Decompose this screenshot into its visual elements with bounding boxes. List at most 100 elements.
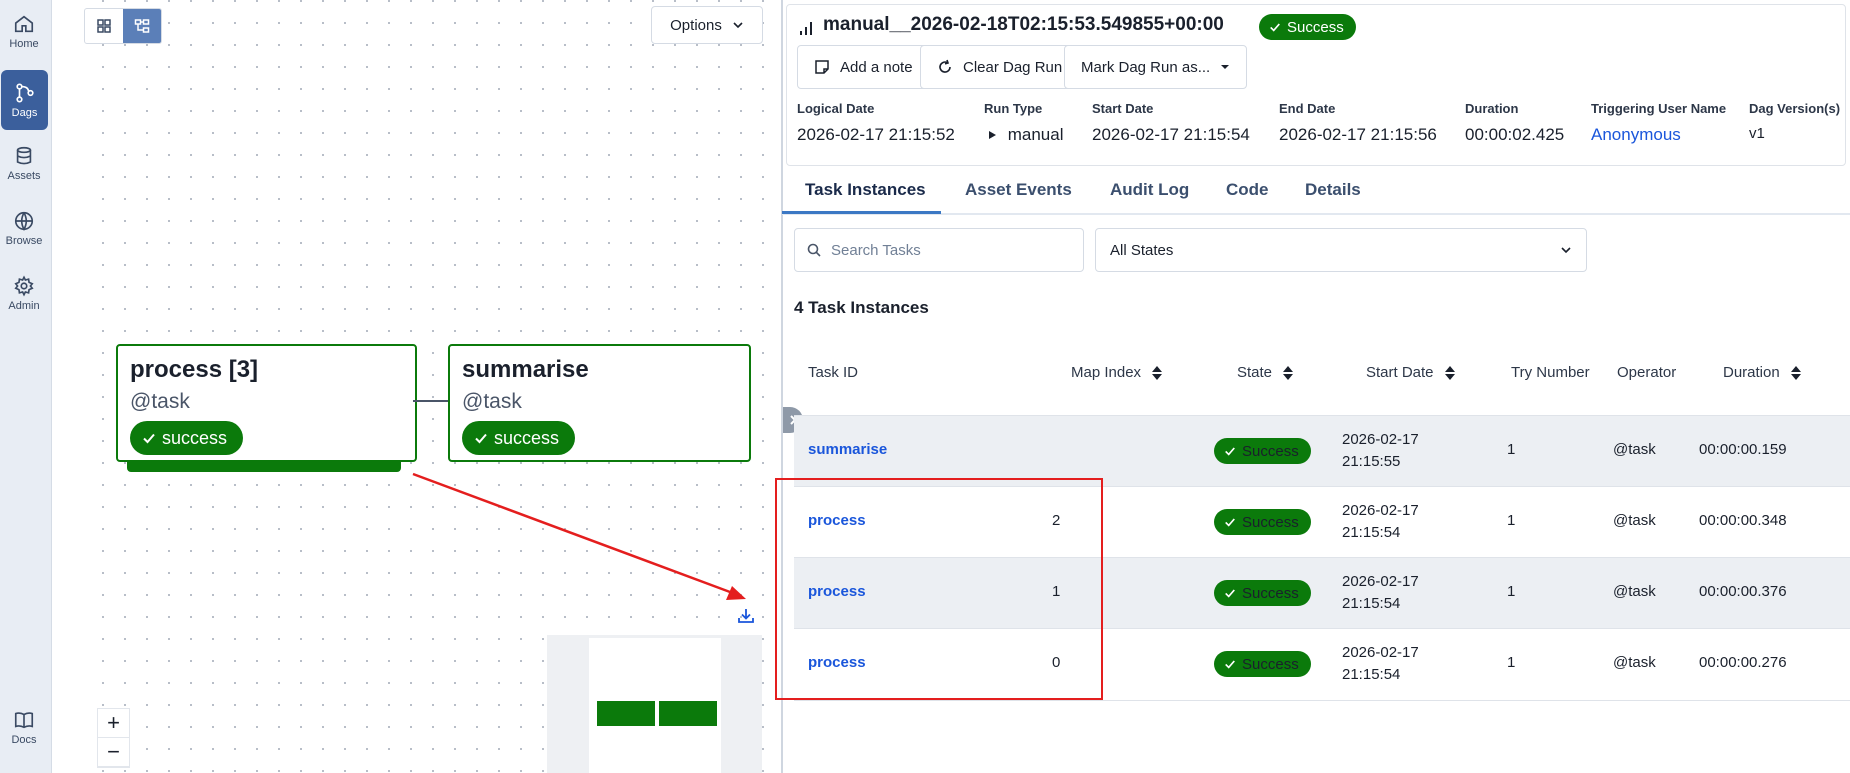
mark-dag-run-label: Mark Dag Run as... <box>1081 58 1211 76</box>
node-title: process [3] <box>130 356 259 383</box>
refresh-icon <box>939 59 951 73</box>
search-icon <box>807 243 821 257</box>
start-time-line: 21:15:55 <box>1342 453 1401 470</box>
add-note-label: Add a note <box>840 58 913 76</box>
view-toggle <box>84 8 162 44</box>
start-time-line: 21:15:54 <box>1342 666 1401 683</box>
dags-icon <box>15 82 34 103</box>
column-header-start-date[interactable]: Start Date <box>1366 364 1456 381</box>
nav-item-dags[interactable]: Dags <box>1 70 48 130</box>
start-date-cell: 2026-02-17 21:15:54 <box>1342 571 1419 615</box>
try-number-cell: 1 <box>1507 441 1516 458</box>
duration-cell: 00:00:00.376 <box>1699 583 1787 600</box>
header-text: State <box>1237 364 1273 381</box>
nav-label: Assets <box>7 169 41 182</box>
start-date-cell: 2026-02-17 21:15:54 <box>1342 500 1419 544</box>
sort-icon <box>1283 365 1294 380</box>
run-type-text: manual <box>1007 125 1064 144</box>
clear-dag-run-label: Clear Dag Run <box>963 58 1063 76</box>
operator-cell: @task <box>1613 583 1656 600</box>
column-header-operator: Operator <box>1617 364 1676 381</box>
operator-cell: @task <box>1613 654 1656 671</box>
search-tasks-input[interactable] <box>831 241 1071 259</box>
end-date-label: End Date <box>1279 101 1336 116</box>
task-id-link[interactable]: summarise <box>808 441 887 458</box>
book-icon <box>14 711 34 728</box>
run-tabs: Task Instances Asset Events Audit Log Co… <box>782 172 1850 215</box>
nav-item-docs[interactable]: Docs <box>0 698 48 756</box>
try-number-cell: 1 <box>1507 654 1516 671</box>
dag-version-label: Dag Version(s) <box>1749 101 1841 116</box>
gear-icon <box>14 274 34 297</box>
nav-item-home[interactable]: Home <box>0 2 48 60</box>
download-icon[interactable] <box>736 606 756 626</box>
end-date-value: 2026-02-17 21:15:56 <box>1279 125 1437 144</box>
column-header-state[interactable]: State <box>1237 364 1294 381</box>
column-header-map-index[interactable]: Map Index <box>1071 364 1163 381</box>
tab-asset-events[interactable]: Asset Events <box>965 180 1072 200</box>
nav-item-assets[interactable]: Assets <box>0 134 48 192</box>
options-button[interactable]: Options <box>651 6 763 44</box>
column-header-task-id: Task ID <box>808 364 858 381</box>
tab-details[interactable]: Details <box>1305 180 1361 200</box>
triggering-user-link[interactable]: Anonymous <box>1591 125 1681 145</box>
logical-date-label: Logical Date <box>797 101 875 116</box>
play-icon <box>989 131 996 139</box>
check-icon <box>1225 660 1235 669</box>
state-filter-select[interactable]: All States <box>1095 228 1587 272</box>
note-icon <box>815 60 829 74</box>
header-text: Operator <box>1617 364 1677 381</box>
graph-icon <box>134 19 150 33</box>
tab-audit-log[interactable]: Audit Log <box>1110 180 1189 200</box>
header-text: Try Number <box>1511 364 1590 381</box>
globe-icon <box>14 211 34 231</box>
caret-down-icon <box>1221 65 1230 69</box>
column-header-duration[interactable]: Duration <box>1723 364 1802 381</box>
home-icon <box>14 15 34 32</box>
minimap[interactable] <box>547 635 762 773</box>
run-status-badge: Success <box>1259 14 1356 40</box>
header-text: Task ID <box>808 364 859 381</box>
header-text: Map Index <box>1071 364 1142 381</box>
add-note-button[interactable]: Add a note <box>797 45 930 89</box>
nav-label: Browse <box>5 234 43 247</box>
tab-code[interactable]: Code <box>1226 180 1269 200</box>
clear-dag-run-button[interactable]: Clear Dag Run <box>920 45 1080 89</box>
check-icon <box>143 433 155 444</box>
zoom-controls: + − <box>97 708 130 768</box>
grid-icon <box>97 19 111 33</box>
start-time-line: 21:15:54 <box>1342 595 1401 612</box>
run-type-label: Run Type <box>984 101 1043 116</box>
nav-item-browse[interactable]: Browse <box>0 199 48 257</box>
state-text: Success <box>1242 513 1299 531</box>
start-date-cell: 2026-02-17 21:15:55 <box>1342 429 1419 473</box>
tab-task-instances[interactable]: Task Instances <box>805 180 926 200</box>
mark-dag-run-button[interactable]: Mark Dag Run as... <box>1064 45 1248 89</box>
state-badge: Success <box>1214 509 1311 535</box>
dag-version-value: v1 <box>1749 125 1765 142</box>
start-date-line: 2026-02-17 <box>1342 573 1419 590</box>
logical-date-value: 2026-02-17 21:15:52 <box>797 125 955 144</box>
zoom-out-button[interactable]: − <box>98 738 129 767</box>
try-number-cell: 1 <box>1507 583 1516 600</box>
nav-label: Dags <box>11 106 38 119</box>
grid-view-button[interactable] <box>85 9 123 43</box>
check-icon <box>475 433 487 444</box>
table-row[interactable]: summarise Success 2026-02-17 21:15:55 1 @… <box>794 415 1850 486</box>
try-number-cell: 1 <box>1507 512 1516 529</box>
run-type-value: manual <box>987 125 1064 145</box>
graph-node-summarise[interactable]: summarise @task success <box>448 344 751 462</box>
node-subtitle: @task <box>462 390 522 413</box>
search-tasks-field[interactable] <box>794 228 1084 272</box>
active-tab-indicator <box>782 211 941 214</box>
nav-item-admin[interactable]: Admin <box>0 264 48 322</box>
chevron-down-icon <box>733 22 743 29</box>
start-date-cell: 2026-02-17 21:15:54 <box>1342 642 1419 686</box>
state-badge: Success <box>1214 580 1311 606</box>
options-label: Options <box>670 16 722 34</box>
zoom-in-button[interactable]: + <box>98 709 129 738</box>
header-text: Duration <box>1723 364 1780 381</box>
graph-node-process[interactable]: process [3] @task success <box>116 344 417 462</box>
graph-view-button[interactable] <box>123 9 161 43</box>
sort-icon <box>1790 365 1801 380</box>
